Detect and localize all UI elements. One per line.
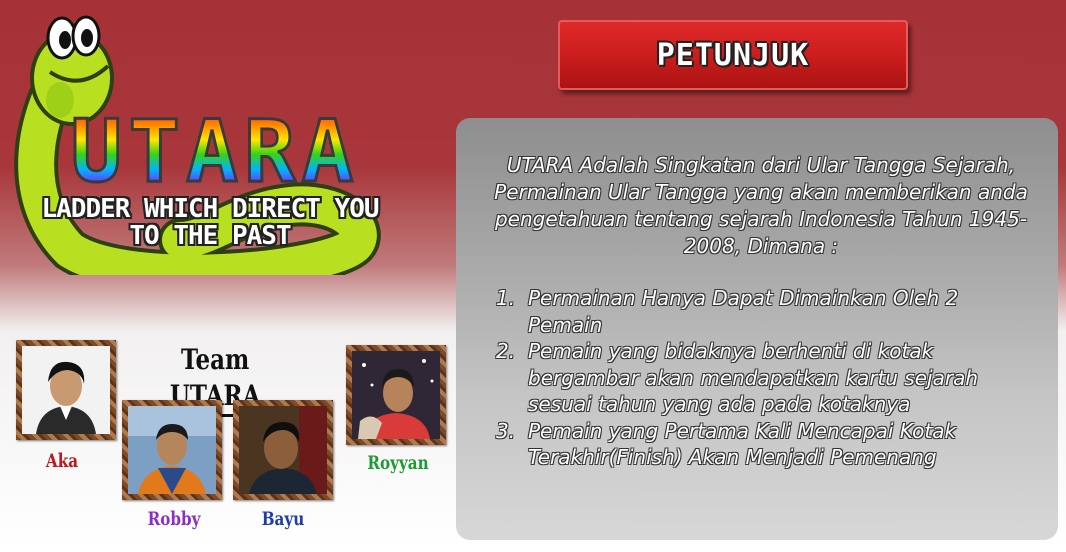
rule-number: 1. [496, 286, 516, 310]
member-name-robby: Robby [147, 508, 201, 530]
rule-number: 2. [496, 339, 516, 363]
petunjuk-button-label: PETUNJUK [656, 37, 810, 73]
member-photo-robby [122, 400, 222, 500]
member-photo-bayu [233, 400, 333, 500]
person-avatar-icon [22, 346, 110, 434]
member-name-royyan: Royyan [367, 452, 429, 474]
person-avatar-icon [239, 406, 327, 494]
person-avatar-icon [352, 351, 440, 439]
logo-subtitle: LADDER WHICH DIRECT YOU TO THE PAST [10, 196, 410, 250]
petunjuk-button[interactable]: PETUNJUK [558, 20, 908, 90]
info-panel: UTARA Adalah Singkatan dari Ular Tangga … [456, 118, 1058, 540]
logo-subtitle-line2: TO THE PAST [129, 221, 291, 251]
member-name-aka: Aka [45, 450, 79, 472]
logo-title: UTARA [50, 108, 380, 197]
logo-subtitle-line1: LADDER WHICH DIRECT YOU [41, 194, 379, 224]
person-avatar-icon [128, 406, 216, 494]
member-photo-aka [16, 340, 116, 440]
utara-logo: UTARA LADDER WHICH DIRECT YOU TO THE PAS… [10, 0, 410, 275]
rule-text: Pemain yang Pertama Kali Mencapai Kotak … [528, 418, 957, 470]
rule-item: 3. Pemain yang Pertama Kali Mencapai Kot… [496, 418, 1016, 471]
rule-item: 2. Pemain yang bidaknya berhenti di kota… [496, 338, 1016, 418]
member-name-bayu: Bayu [261, 508, 305, 530]
rule-text: Pemain yang bidaknya berhenti di kotak b… [528, 339, 979, 416]
rules-list: 1. Permainan Hanya Dapat Dimainkan Oleh … [496, 285, 1016, 471]
rule-item: 1. Permainan Hanya Dapat Dimainkan Oleh … [496, 285, 1016, 338]
rule-number: 3. [496, 418, 516, 443]
member-photo-royyan [346, 345, 446, 445]
intro-text: UTARA Adalah Singkatan dari Ular Tangga … [494, 153, 1028, 258]
rule-text: Permainan Hanya Dapat Dimainkan Oleh 2 P… [528, 286, 959, 337]
